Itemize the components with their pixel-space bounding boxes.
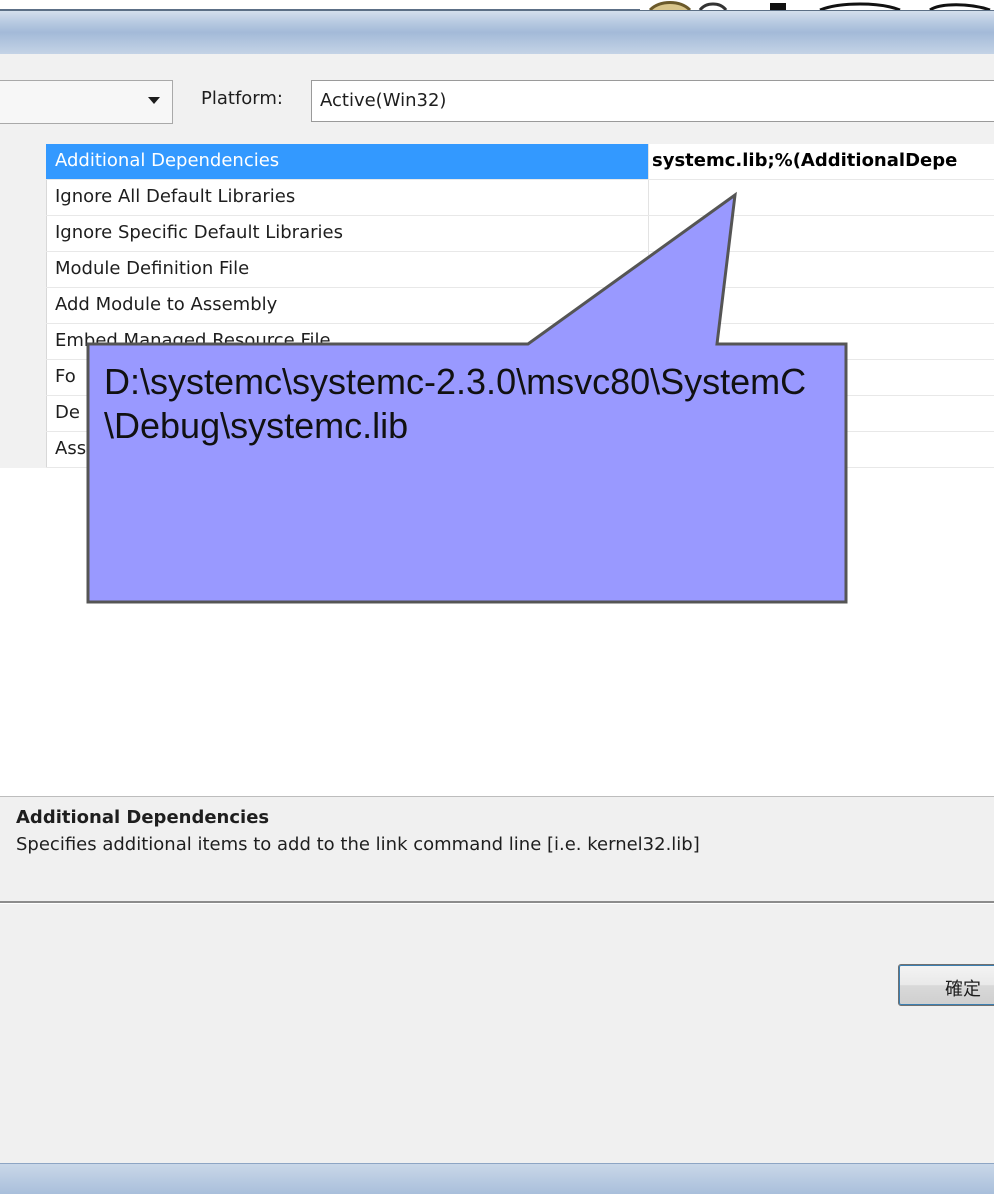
property-row-add-module-to-assembly[interactable]: Add Module to Assembly <box>46 288 994 324</box>
property-row-ignore-specific-default-libraries[interactable]: Ignore Specific Default Libraries <box>46 216 994 252</box>
grid-margin <box>0 144 47 468</box>
property-value[interactable]: systemc.lib;%(AdditionalDepe <box>652 150 957 171</box>
property-row-additional-dependencies[interactable]: Additional Dependencies systemc.lib;%(Ad… <box>46 144 994 180</box>
button-bar <box>0 904 994 1163</box>
description-text: Specifies additional items to add to the… <box>16 834 700 855</box>
property-name: Ignore All Default Libraries <box>55 186 296 207</box>
column-divider <box>648 180 649 215</box>
callout-text: D:\systemc\systemc-2.3.0\msvc80\SystemC\… <box>104 361 807 446</box>
property-row-ignore-all-default-libraries[interactable]: Ignore All Default Libraries <box>46 180 994 216</box>
window-titlebar <box>0 0 994 55</box>
property-name: Module Definition File <box>55 258 250 279</box>
column-divider <box>648 216 649 251</box>
description-panel: Additional Dependencies Specifies additi… <box>0 796 994 903</box>
property-name: Ass <box>55 438 87 459</box>
property-row-embed-managed-resource-file[interactable]: Embed Managed Resource File <box>46 324 994 360</box>
logo-graphic <box>640 0 994 10</box>
column-divider <box>648 144 649 179</box>
platform-value: Active(Win32) <box>320 90 447 111</box>
property-name: Additional Dependencies <box>55 150 280 171</box>
column-divider <box>648 288 649 323</box>
panel-divider <box>0 901 994 903</box>
property-name: Embed Managed Resource File <box>55 330 331 351</box>
description-title: Additional Dependencies <box>16 807 270 828</box>
window-bottom-frame <box>0 1163 994 1194</box>
ok-button[interactable]: 確定 <box>898 964 994 1006</box>
property-name: De <box>55 402 80 423</box>
platform-dropdown[interactable]: Active(Win32) <box>311 80 994 122</box>
property-name: Ignore Specific Default Libraries <box>55 222 343 243</box>
column-divider <box>648 324 649 359</box>
property-row-module-definition-file[interactable]: Module Definition File <box>46 252 994 288</box>
ok-button-label: 確定 <box>945 979 981 1000</box>
column-divider <box>648 252 649 287</box>
property-name: Add Module to Assembly <box>55 294 278 315</box>
platform-label: Platform: <box>201 88 283 109</box>
configuration-dropdown[interactable] <box>0 80 173 124</box>
chevron-down-icon[interactable] <box>148 97 160 104</box>
property-name: Fo <box>55 366 76 387</box>
